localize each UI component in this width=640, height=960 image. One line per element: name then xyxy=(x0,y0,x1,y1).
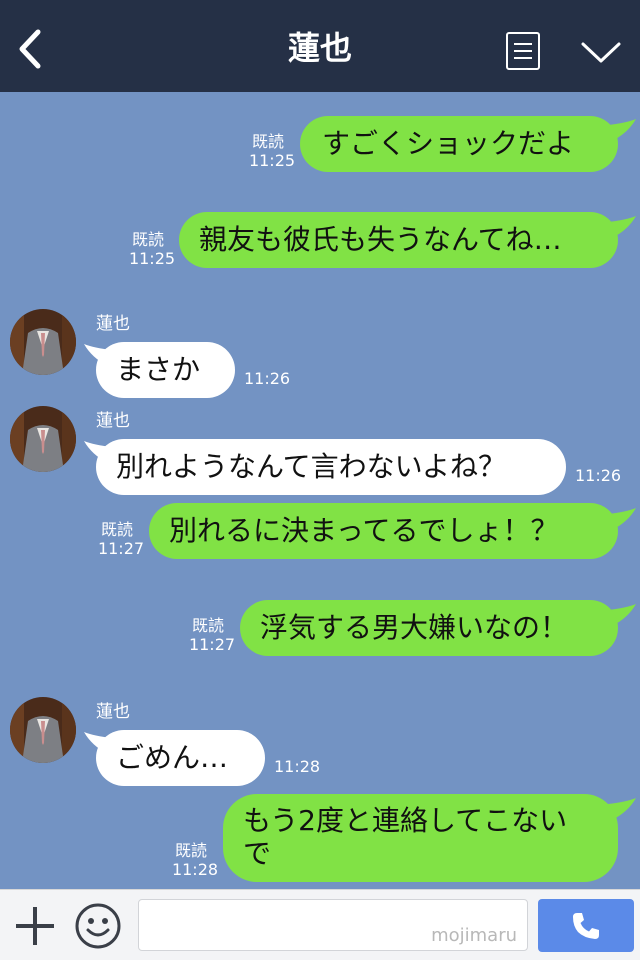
message-line: で xyxy=(243,837,272,870)
note-menu-icon[interactable] xyxy=(506,32,540,70)
phone-icon xyxy=(573,913,599,939)
message-time: 11:26 xyxy=(244,369,291,388)
chat-area[interactable]: 既読 11:25 すごくショックだよ 既読 11:25 親友も彼氏も失うなんてね… xyxy=(0,92,640,889)
call-button[interactable] xyxy=(538,899,634,952)
sender-name: 蓮也 xyxy=(96,702,130,722)
outgoing-message-bubble[interactable]: 親友も彼氏も失うなんてね… xyxy=(179,212,618,268)
outgoing-message-bubble[interactable]: もう2度と連絡してこない で xyxy=(223,794,618,882)
message-time: 11:26 xyxy=(575,466,622,485)
contact-avatar[interactable] xyxy=(10,697,76,763)
read-receipt: 既読 xyxy=(251,132,284,151)
message-time: 11:27 xyxy=(97,539,145,558)
sender-name: 蓮也 xyxy=(96,314,130,334)
sender-name: 蓮也 xyxy=(96,411,130,431)
chevron-down-icon[interactable] xyxy=(580,40,622,66)
outgoing-message-bubble[interactable]: 別れるに決まってるでしょ！？ xyxy=(149,503,618,559)
message-line: もう2度と連絡してこない xyxy=(243,804,568,837)
read-receipt: 既読 xyxy=(174,841,207,860)
outgoing-message-bubble[interactable]: 浮気する男大嫌いなの！ xyxy=(240,600,618,656)
watermark: mojimaru xyxy=(431,925,517,946)
incoming-message-bubble[interactable]: 別れようなんて言わないよね？ xyxy=(96,439,566,495)
back-chevron-icon[interactable] xyxy=(10,26,50,72)
read-receipt: 既読 xyxy=(100,520,133,539)
read-receipt: 既読 xyxy=(191,616,224,635)
contact-name-title: 蓮也 xyxy=(287,29,352,67)
incoming-message-bubble[interactable]: まさか xyxy=(96,342,235,398)
message-time: 11:27 xyxy=(188,635,236,654)
message-time: 11:28 xyxy=(171,860,219,879)
contact-avatar[interactable] xyxy=(10,309,76,375)
message-time: 11:28 xyxy=(274,757,321,776)
incoming-message-bubble[interactable]: ごめん… xyxy=(96,730,265,786)
smiley-icon[interactable] xyxy=(74,902,122,950)
outgoing-message-bubble[interactable]: すごくショックだよ xyxy=(300,116,618,172)
chat-header: 蓮也 xyxy=(0,0,640,92)
message-time: 11:25 xyxy=(128,249,176,268)
input-bar: mojimaru xyxy=(0,889,640,960)
message-input[interactable]: mojimaru xyxy=(138,899,528,951)
contact-avatar[interactable] xyxy=(10,406,76,472)
plus-icon[interactable] xyxy=(14,905,56,947)
message-time: 11:25 xyxy=(248,151,296,170)
read-receipt: 既読 xyxy=(131,230,164,249)
